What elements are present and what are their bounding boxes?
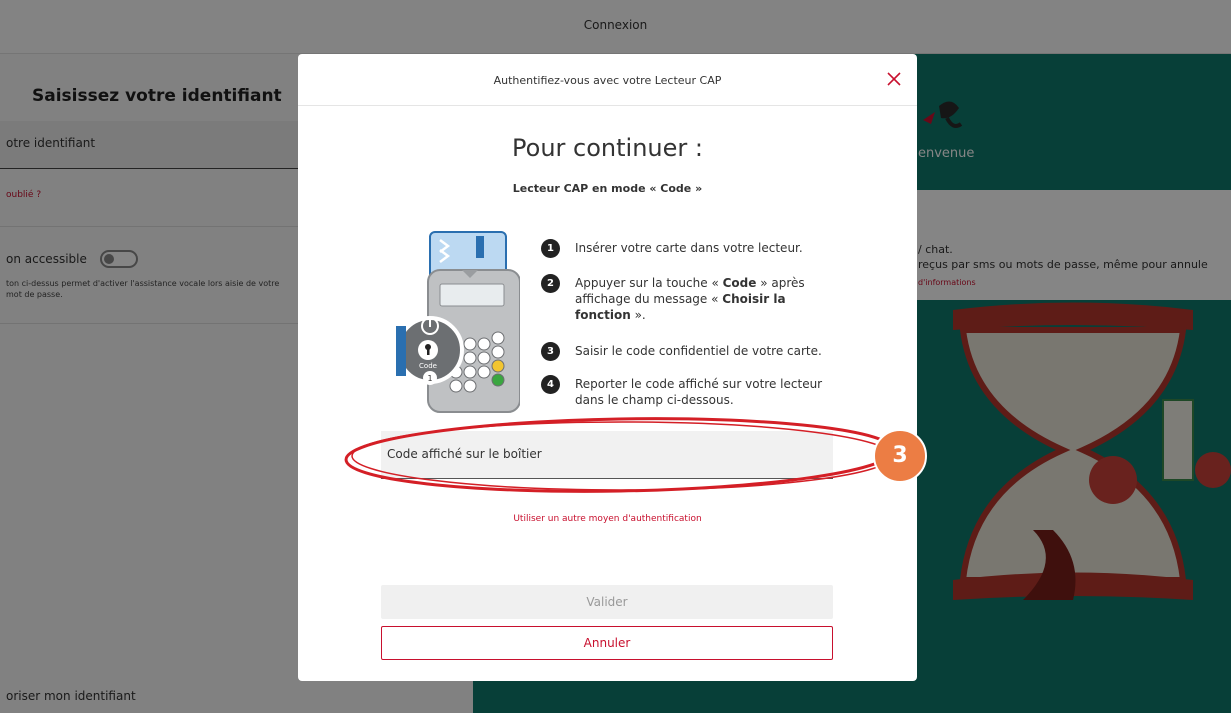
step-text: Insérer votre carte dans votre lecteur. [575, 241, 803, 255]
reader-key-number: 1 [427, 374, 432, 383]
step-number: 3 [541, 342, 560, 361]
code-key-name: Code [722, 276, 757, 290]
validate-button[interactable]: Valider [381, 585, 833, 619]
cap-reader-dialog: Authentifiez-vous avec votre Lecteur CAP… [298, 54, 917, 681]
reader-mode-subtitle: Lecteur CAP en mode « Code » [512, 182, 703, 195]
highlight-ellipse [344, 417, 896, 493]
step-text: Appuyer sur la touche « Code » après aff… [575, 275, 835, 323]
step-text: Saisir le code confidentiel de votre car… [575, 344, 822, 358]
cancel-button[interactable]: Annuler [381, 626, 833, 660]
step-text-part: ». [630, 308, 646, 322]
step-text: Reporter le code affiché sur votre lecte… [575, 377, 823, 407]
step-number: 2 [541, 274, 560, 293]
card-reader-illustration: Code 1 [396, 231, 520, 413]
reader-code-key-label: Code [419, 362, 437, 370]
step-badge: 3 [873, 429, 927, 483]
dialog-header: Authentifiez-vous avec votre Lecteur CAP [298, 54, 917, 106]
close-icon[interactable] [885, 70, 903, 88]
step-number: 4 [541, 375, 560, 394]
dialog-title: Authentifiez-vous avec votre Lecteur CAP [493, 74, 722, 87]
other-auth-method-link[interactable]: Utiliser un autre moyen d'authentificati… [298, 514, 917, 524]
step-text-part: Appuyer sur la touche « [575, 276, 723, 290]
page-title: Pour continuer : [512, 134, 703, 162]
step-number: 1 [541, 239, 560, 258]
